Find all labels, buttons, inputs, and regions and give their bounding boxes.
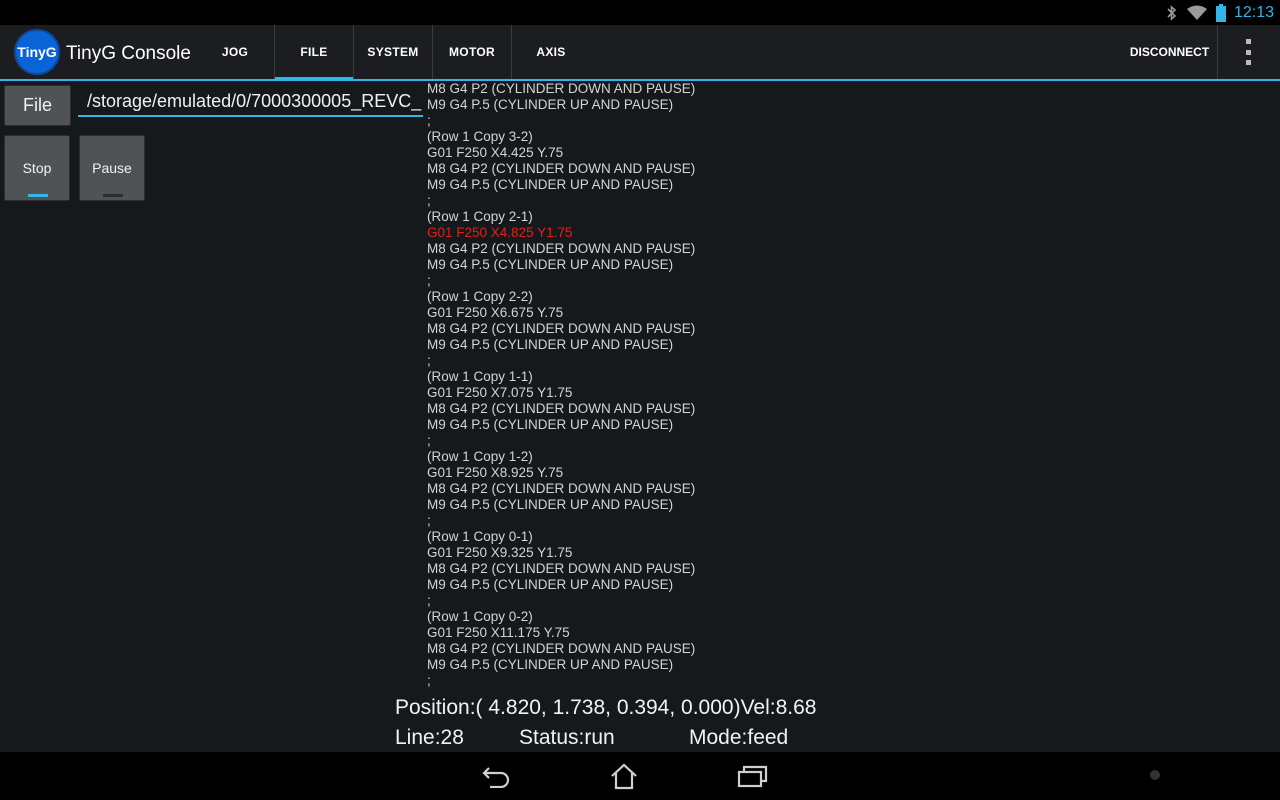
system-status-bar: 12:13 — [0, 0, 1280, 25]
gcode-line: M9 G4 P.5 (CYLINDER UP AND PAUSE) — [427, 417, 674, 432]
line-readout: Line:28 — [395, 726, 464, 749]
gcode-listing[interactable]: M8 G4 P2 (CYLINDER DOWN AND PAUSE) M9 G4 … — [427, 81, 1027, 689]
gcode-line: M8 G4 P2 (CYLINDER DOWN AND PAUSE) — [427, 81, 696, 96]
back-icon[interactable] — [476, 760, 516, 792]
gcode-line: ; — [427, 433, 431, 448]
clock: 12:13 — [1233, 3, 1274, 21]
tab-jog[interactable]: JOG — [196, 25, 274, 79]
gcode-line: ; — [427, 593, 431, 608]
tab-label: JOG — [221, 45, 249, 59]
gcode-line: (Row 1 Copy 0-1) — [427, 529, 533, 544]
gcode-line: M8 G4 P2 (CYLINDER DOWN AND PAUSE) — [427, 161, 696, 176]
tab-label: FILE — [300, 45, 328, 59]
gcode-line: (Row 1 Copy 1-2) — [427, 449, 533, 464]
battery-icon — [1215, 3, 1226, 22]
file-path-field[interactable]: /storage/emulated/0/7000300005_REVC_ — [78, 85, 423, 117]
home-icon[interactable] — [604, 760, 644, 792]
file-button[interactable]: File — [4, 85, 71, 126]
tab-motor[interactable]: MOTOR — [432, 25, 511, 79]
tab-label: MOTOR — [449, 45, 495, 59]
stop-toggle-button[interactable]: Stop — [4, 135, 70, 201]
tab-label: SYSTEM — [367, 45, 419, 59]
gcode-line: (Row 1 Copy 0-2) — [427, 609, 533, 624]
gcode-line: M9 G4 P.5 (CYLINDER UP AND PAUSE) — [427, 97, 674, 112]
mode-readout: Mode:feed — [689, 726, 789, 749]
gcode-line: G01 F250 X7.075 Y1.75 — [427, 385, 573, 400]
gcode-line: G01 F250 X11.175 Y.75 — [427, 625, 570, 640]
tab-label: AXIS — [536, 45, 566, 59]
pause-toggle-button[interactable]: Pause — [79, 135, 145, 201]
tab-system[interactable]: SYSTEM — [353, 25, 432, 79]
gcode-line: (Row 1 Copy 2-1) — [427, 209, 533, 224]
gcode-line: ; — [427, 513, 431, 528]
nav-dot-indicator — [1150, 770, 1160, 780]
gcode-line: M9 G4 P.5 (CYLINDER UP AND PAUSE) — [427, 337, 674, 352]
gcode-line: M8 G4 P2 (CYLINDER DOWN AND PAUSE) — [427, 561, 696, 576]
gcode-line: ; — [427, 353, 431, 368]
pause-label: Pause — [92, 160, 132, 176]
position-readout: Position:( 4.820, 1.738, 0.394, 0.000)Ve… — [395, 696, 817, 719]
app-title: TinyG Console — [66, 43, 191, 64]
gcode-current-line: G01 F250 X4.825 Y1.75 — [427, 225, 573, 240]
gcode-line: ; — [427, 673, 431, 688]
gcode-line: G01 F250 X9.325 Y1.75 — [427, 545, 573, 560]
gcode-line: M9 G4 P.5 (CYLINDER UP AND PAUSE) — [427, 577, 674, 592]
run-status-readout: Status:run — [519, 726, 615, 749]
recent-apps-icon[interactable] — [732, 760, 772, 792]
overflow-menu-icon[interactable] — [1236, 39, 1260, 65]
gcode-line: M8 G4 P2 (CYLINDER DOWN AND PAUSE) — [427, 241, 696, 256]
gcode-line: G01 F250 X8.925 Y.75 — [427, 465, 564, 480]
gcode-line: (Row 1 Copy 2-2) — [427, 289, 533, 304]
tab-axis[interactable]: AXIS — [511, 25, 590, 79]
gcode-line: M9 G4 P.5 (CYLINDER UP AND PAUSE) — [427, 497, 674, 512]
gcode-line: ; — [427, 113, 431, 128]
gcode-line: M8 G4 P2 (CYLINDER DOWN AND PAUSE) — [427, 401, 696, 416]
toggle-indicator-off — [103, 194, 123, 197]
gcode-line: (Row 1 Copy 1-1) — [427, 369, 533, 384]
navigation-bar — [0, 752, 1280, 800]
disconnect-button[interactable]: DISCONNECT — [1122, 25, 1218, 79]
gcode-line: ; — [427, 193, 431, 208]
app-logo-icon[interactable]: TinyG — [14, 29, 60, 75]
gcode-line: M9 G4 P.5 (CYLINDER UP AND PAUSE) — [427, 657, 674, 672]
gcode-line: G01 F250 X4.425 Y.75 — [427, 145, 564, 160]
gcode-line: M8 G4 P2 (CYLINDER DOWN AND PAUSE) — [427, 641, 696, 656]
stop-label: Stop — [22, 160, 52, 176]
tab-file[interactable]: FILE — [274, 25, 353, 81]
gcode-line: ; — [427, 273, 431, 288]
toggle-indicator-on — [28, 194, 48, 197]
gcode-line: G01 F250 X6.675 Y.75 — [427, 305, 564, 320]
tab-selected-indicator — [275, 77, 353, 81]
gcode-line: M9 G4 P.5 (CYLINDER UP AND PAUSE) — [427, 177, 674, 192]
bluetooth-icon — [1166, 4, 1178, 21]
gcode-line: M8 G4 P2 (CYLINDER DOWN AND PAUSE) — [427, 481, 696, 496]
action-bar: TinyG TinyG Console JOG FILE SYSTEM MOTO… — [0, 25, 1280, 81]
wifi-icon — [1186, 5, 1208, 21]
gcode-line: M9 G4 P.5 (CYLINDER UP AND PAUSE) — [427, 257, 674, 272]
gcode-line: M8 G4 P2 (CYLINDER DOWN AND PAUSE) — [427, 321, 696, 336]
gcode-line: (Row 1 Copy 3-2) — [427, 129, 533, 144]
